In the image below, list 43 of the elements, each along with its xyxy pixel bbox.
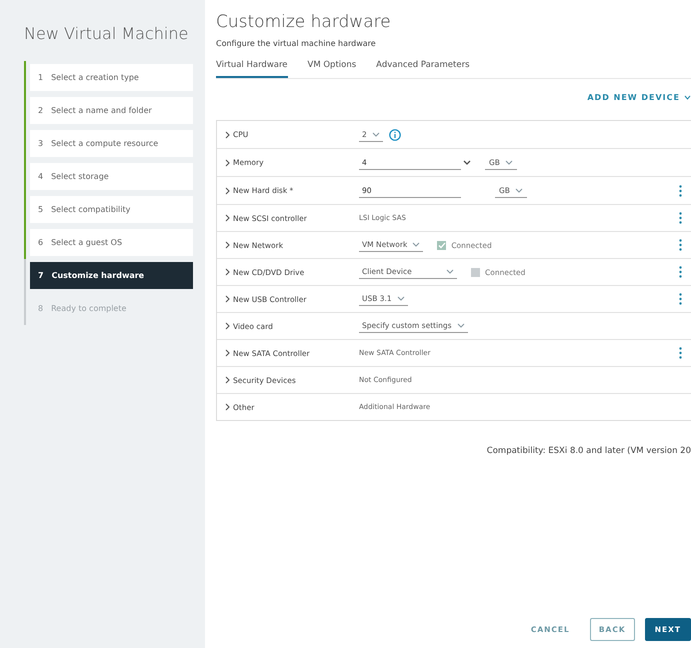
tab[interactable]: VM Options (308, 57, 356, 78)
wizard-step[interactable]: 5 Select compatibility (24, 193, 193, 226)
checkbox[interactable] (471, 268, 480, 276)
chevron-right-icon (225, 214, 230, 222)
wizard-step[interactable]: 1 Select a creation type (24, 61, 193, 94)
wizard-step[interactable]: 6 Select a guest OS (24, 226, 193, 259)
caret-icon (684, 95, 691, 100)
more-vertical-icon[interactable] (679, 184, 682, 196)
tab[interactable]: Advanced Parameters (376, 57, 470, 78)
wizard-step[interactable]: 4 Select storage (24, 160, 193, 193)
chevron-right-icon (225, 295, 230, 303)
chevron-right-icon (225, 403, 230, 411)
caret-icon (396, 296, 405, 301)
wizard-title: New Virtual Machine (24, 24, 190, 43)
check-icon (438, 242, 446, 248)
compatibility-text: Compatibility: ESXi 8.0 and later (VM version 20 (486, 446, 691, 456)
add-device-button[interactable]: ADD NEW DEVICE (587, 93, 691, 102)
tab[interactable]: Virtual Hardware (216, 57, 288, 78)
page-title: Customize hardware (216, 12, 392, 32)
caret-icon (456, 323, 465, 328)
caret-icon (372, 132, 380, 136)
more-vertical-icon[interactable] (679, 347, 682, 359)
caret-icon (446, 269, 454, 274)
checkbox[interactable] (437, 240, 446, 250)
chevron-right-icon (225, 186, 230, 194)
caret-icon (514, 188, 523, 192)
wizard-step[interactable]: 3 Select a compute resource (24, 127, 193, 160)
more-vertical-icon[interactable] (679, 212, 682, 224)
wizard-step: 8 Ready to complete (24, 292, 193, 325)
more-vertical-icon[interactable] (679, 239, 682, 251)
chevron-right-icon (225, 158, 230, 166)
chevron-right-icon (225, 268, 230, 276)
caret-icon (504, 160, 513, 164)
more-vertical-icon[interactable] (679, 293, 682, 305)
caret-icon (412, 242, 420, 247)
chevron-right-icon (225, 376, 230, 384)
chevron-right-icon (225, 322, 230, 330)
chevron-right-icon (225, 130, 230, 138)
chevron-right-icon (225, 241, 230, 249)
page-subtitle: Configure the virtual machine hardware (216, 39, 377, 48)
chevron-right-icon (225, 349, 230, 357)
wizard-step[interactable]: 2 Select a name and folder (24, 94, 193, 127)
more-vertical-icon[interactable] (679, 266, 682, 278)
